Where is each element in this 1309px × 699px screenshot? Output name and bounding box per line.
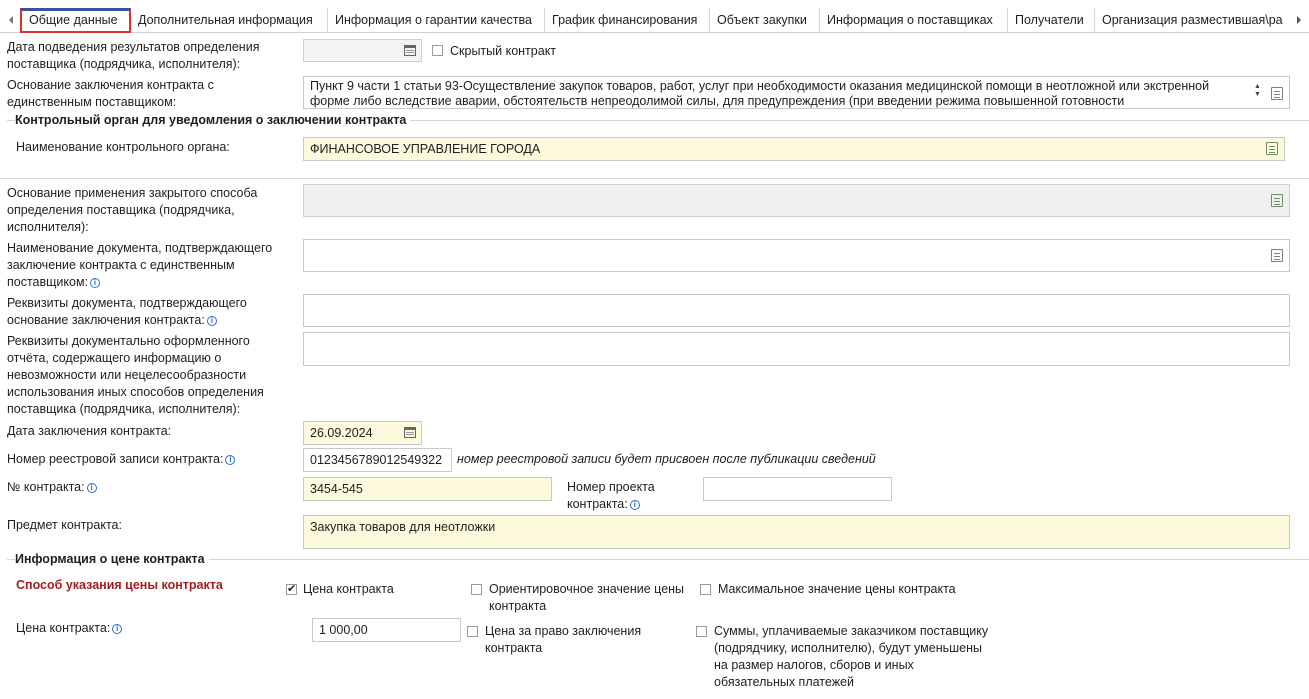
estimated-price-label: Ориентировочное значение цены контракта	[489, 582, 685, 613]
tab-placing-organization[interactable]: Организация разместившая\ра	[1095, 8, 1293, 33]
tab-quality-guarantee[interactable]: Информация о гарантии качества	[328, 8, 545, 33]
right-price-label: Цена за право заключения контракта	[485, 624, 642, 655]
price-option-label: Цена контракта	[303, 582, 394, 596]
max-price-label: Максимальное значение цены контракта	[718, 582, 956, 596]
registry-label: Номер реестровой записи контракта: i	[7, 451, 236, 468]
estimated-price-checkbox[interactable]	[471, 584, 482, 595]
calendar-icon[interactable]	[404, 45, 416, 56]
registry-info-icon[interactable]: i	[225, 455, 236, 465]
contract-no-info-icon[interactable]: i	[86, 483, 97, 493]
taxes-reduced-label: Суммы, уплачиваемые заказчиком поставщик…	[714, 624, 989, 689]
project-no-input[interactable]	[703, 477, 892, 501]
price-info-icon[interactable]: i	[112, 624, 123, 634]
tab-bar: Общие данные Дополнительная информация И…	[0, 0, 1309, 33]
max-price-checkbox[interactable]	[700, 584, 711, 595]
registry-input[interactable]: 0123456789012549322	[303, 448, 452, 472]
subject-input[interactable]: Закупка товаров для неотложки	[303, 515, 1290, 549]
results-date-input[interactable]	[303, 39, 422, 62]
closed-method-input[interactable]	[303, 184, 1290, 217]
doc-name-label: Наименование документа, подтверждающего …	[7, 240, 292, 291]
basis-textarea[interactable]: Пункт 9 части 1 статьи 93-Осуществление …	[303, 76, 1290, 109]
taxes-reduced-checkbox[interactable]	[696, 626, 707, 637]
registry-label-text: Номер реестровой записи контракта:	[7, 452, 224, 466]
contract-no-label: № контракта: i	[7, 479, 97, 496]
contract-date-value: 26.09.2024	[310, 426, 373, 440]
contract-date-input[interactable]: 26.09.2024	[303, 421, 422, 445]
tab-procurement-object[interactable]: Объект закупки	[710, 8, 820, 33]
registry-value: 0123456789012549322	[310, 453, 443, 467]
price-option-checkbox[interactable]	[286, 582, 297, 595]
right-price-checkbox[interactable]	[467, 626, 478, 637]
price-label-text: Цена контракта:	[16, 621, 111, 635]
tab-suppliers-info[interactable]: Информация о поставщиках	[820, 8, 1008, 33]
doc-name-reference-icon[interactable]	[1271, 249, 1283, 262]
tab-scroll-left-icon[interactable]	[9, 16, 13, 24]
control-name-reference-icon[interactable]	[1266, 142, 1278, 155]
tab-scroll-right-icon[interactable]	[1297, 16, 1301, 24]
doc-req-input[interactable]	[303, 294, 1290, 327]
contract-date-label: Дата заключения контракта:	[7, 424, 172, 438]
basis-value: Пункт 9 части 1 статьи 93-Осуществление …	[310, 79, 1210, 108]
control-name-value: ФИНАНСОВОЕ УПРАВЛЕНИЕ ГОРОДА	[310, 142, 541, 156]
closed-method-reference-icon[interactable]	[1271, 194, 1283, 207]
results-date-label: Дата подведения результатов определения …	[7, 40, 260, 71]
project-no-info-icon[interactable]: i	[629, 500, 640, 510]
subject-value: Закупка товаров для неотложки	[310, 520, 496, 534]
closed-method-label: Основание применения закрытого способа о…	[7, 186, 258, 234]
basis-scroll-arrows-icon[interactable]: ▲ ▼	[1254, 83, 1261, 99]
tab-financing-schedule[interactable]: График финансирования	[545, 8, 710, 33]
price-method-title: Способ указания цены контракта	[16, 578, 223, 592]
report-req-label: Реквизиты документально оформленного отч…	[7, 334, 264, 416]
doc-name-label-text: Наименование документа, подтверждающего …	[7, 241, 273, 289]
report-req-input[interactable]	[303, 332, 1290, 366]
tab-additional-info[interactable]: Дополнительная информация	[131, 8, 328, 33]
control-section-bottom-divider	[0, 178, 1309, 179]
project-no-label-text: Номер проекта контракта:	[567, 480, 655, 511]
contract-no-value: 3454-545	[310, 482, 363, 496]
subject-label: Предмет контракта:	[7, 518, 122, 532]
basis-reference-icon[interactable]	[1271, 87, 1283, 100]
tab-general[interactable]: Общие данные	[20, 8, 131, 33]
price-input[interactable]: 1 000,00	[312, 618, 461, 642]
price-value: 1 000,00	[319, 623, 368, 637]
doc-name-input[interactable]	[303, 239, 1290, 272]
contract-no-input[interactable]: 3454-545	[303, 477, 552, 501]
hidden-contract-label: Скрытый контракт	[450, 44, 557, 58]
doc-req-info-icon[interactable]: i	[206, 316, 217, 326]
hidden-contract-checkbox[interactable]	[432, 45, 443, 56]
contract-no-label-text: № контракта:	[7, 480, 85, 494]
price-section-title: Информация о цене контракта	[15, 552, 209, 566]
control-section-title: Контрольный орган для уведомления о закл…	[15, 113, 411, 127]
tab-recipients[interactable]: Получатели	[1008, 8, 1095, 33]
contract-date-calendar-icon[interactable]	[404, 427, 416, 438]
control-name-label: Наименование контрольного органа:	[16, 140, 230, 154]
project-no-label: Номер проекта контракта: i	[567, 479, 677, 513]
doc-req-label: Реквизиты документа, подтверждающего осн…	[7, 295, 277, 329]
basis-label: Основание заключения контракта с единств…	[7, 78, 214, 109]
doc-name-info-icon[interactable]: i	[90, 278, 101, 288]
price-label: Цена контракта: i	[16, 620, 123, 637]
control-name-input[interactable]: ФИНАНСОВОЕ УПРАВЛЕНИЕ ГОРОДА	[303, 137, 1285, 161]
registry-note: номер реестровой записи будет присвоен п…	[457, 452, 876, 466]
